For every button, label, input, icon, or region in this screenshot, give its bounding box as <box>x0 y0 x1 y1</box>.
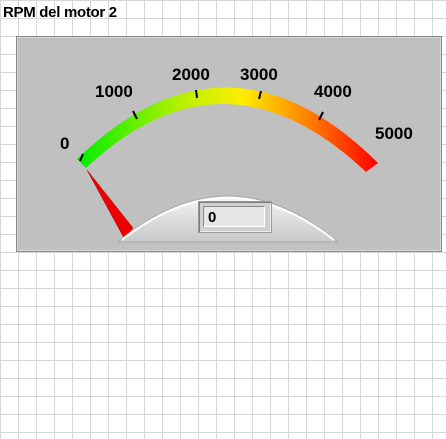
scale-label-2000: 2000 <box>172 65 210 84</box>
gauge-tick-2000 <box>195 89 198 99</box>
scale-label-5000: 5000 <box>375 124 413 143</box>
digital-display-value[interactable]: 0 <box>203 206 265 227</box>
gauge-needle <box>86 169 134 239</box>
scale-label-4000: 4000 <box>314 82 352 101</box>
scale-label-0: 0 <box>60 134 69 153</box>
digital-display[interactable]: 0 <box>198 201 272 233</box>
scale-label-1000: 1000 <box>95 82 133 101</box>
scale-label-3000: 3000 <box>240 65 278 84</box>
